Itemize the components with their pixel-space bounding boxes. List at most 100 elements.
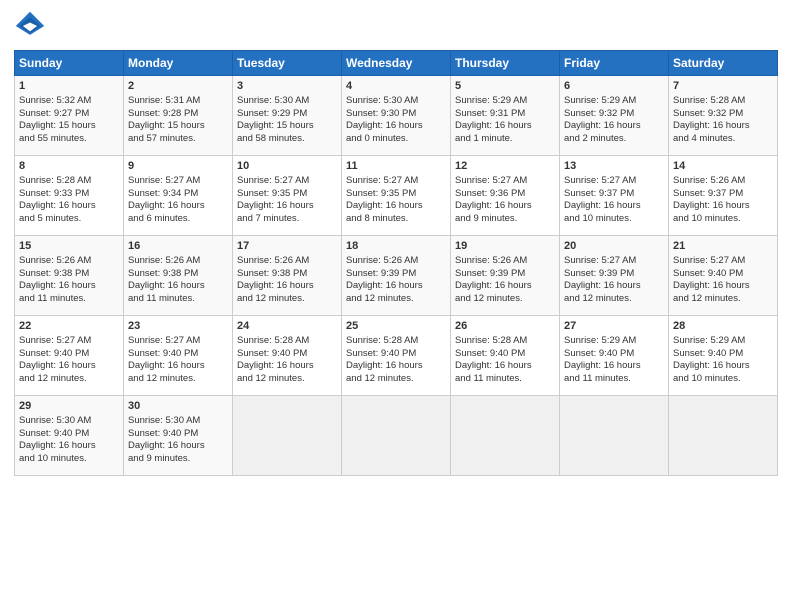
day-info-line: Sunset: 9:40 PM [455, 348, 555, 361]
day-info-line: Sunset: 9:39 PM [346, 268, 446, 281]
day-number: 26 [455, 319, 555, 334]
day-number: 10 [237, 159, 337, 174]
day-number: 1 [19, 79, 119, 94]
calendar-cell [233, 396, 342, 476]
day-info-line: Sunrise: 5:31 AM [128, 95, 228, 108]
day-info-line: and 11 minutes. [455, 373, 555, 386]
calendar-cell: 18Sunrise: 5:26 AMSunset: 9:39 PMDayligh… [342, 236, 451, 316]
day-info-line: and 0 minutes. [346, 133, 446, 146]
day-info-line: and 12 minutes. [673, 293, 773, 306]
day-info-line: Daylight: 16 hours [346, 360, 446, 373]
day-number: 8 [19, 159, 119, 174]
day-info-line: Daylight: 16 hours [673, 280, 773, 293]
calendar-day-header: Sunday [15, 51, 124, 76]
calendar-cell: 11Sunrise: 5:27 AMSunset: 9:35 PMDayligh… [342, 156, 451, 236]
day-info-line: Sunrise: 5:26 AM [19, 255, 119, 268]
calendar-cell [342, 396, 451, 476]
day-number: 20 [564, 239, 664, 254]
day-info-line: Sunset: 9:38 PM [128, 268, 228, 281]
day-info-line: and 6 minutes. [128, 213, 228, 226]
calendar-cell: 27Sunrise: 5:29 AMSunset: 9:40 PMDayligh… [560, 316, 669, 396]
day-info-line: Sunrise: 5:27 AM [128, 335, 228, 348]
day-info-line: Sunset: 9:35 PM [346, 188, 446, 201]
calendar-cell: 15Sunrise: 5:26 AMSunset: 9:38 PMDayligh… [15, 236, 124, 316]
day-info-line: Daylight: 16 hours [128, 280, 228, 293]
logo [14, 10, 50, 42]
day-info-line: Daylight: 16 hours [564, 360, 664, 373]
day-info-line: Sunset: 9:29 PM [237, 108, 337, 121]
day-info-line: Sunrise: 5:30 AM [237, 95, 337, 108]
calendar-cell: 26Sunrise: 5:28 AMSunset: 9:40 PMDayligh… [451, 316, 560, 396]
calendar-day-header: Tuesday [233, 51, 342, 76]
day-info-line: and 10 minutes. [673, 213, 773, 226]
day-number: 5 [455, 79, 555, 94]
day-info-line: and 12 minutes. [237, 293, 337, 306]
day-info-line: and 11 minutes. [564, 373, 664, 386]
day-info-line: Daylight: 16 hours [564, 200, 664, 213]
day-number: 14 [673, 159, 773, 174]
calendar-cell: 25Sunrise: 5:28 AMSunset: 9:40 PMDayligh… [342, 316, 451, 396]
calendar-day-header: Friday [560, 51, 669, 76]
calendar-cell: 20Sunrise: 5:27 AMSunset: 9:39 PMDayligh… [560, 236, 669, 316]
day-info-line: Sunrise: 5:30 AM [128, 415, 228, 428]
day-info-line: Sunset: 9:40 PM [128, 348, 228, 361]
day-info-line: and 7 minutes. [237, 213, 337, 226]
day-info-line: Sunset: 9:30 PM [346, 108, 446, 121]
day-info-line: and 58 minutes. [237, 133, 337, 146]
day-info-line: and 4 minutes. [673, 133, 773, 146]
calendar-week-row: 8Sunrise: 5:28 AMSunset: 9:33 PMDaylight… [15, 156, 778, 236]
day-info-line: Sunrise: 5:27 AM [19, 335, 119, 348]
day-info-line: Daylight: 16 hours [237, 360, 337, 373]
day-number: 19 [455, 239, 555, 254]
day-info-line: and 9 minutes. [128, 453, 228, 466]
calendar-table: SundayMondayTuesdayWednesdayThursdayFrid… [14, 50, 778, 476]
calendar-cell: 17Sunrise: 5:26 AMSunset: 9:38 PMDayligh… [233, 236, 342, 316]
day-info-line: Sunrise: 5:29 AM [564, 335, 664, 348]
day-info-line: Sunset: 9:34 PM [128, 188, 228, 201]
day-info-line: Daylight: 16 hours [455, 200, 555, 213]
day-number: 29 [19, 399, 119, 414]
day-info-line: Sunrise: 5:27 AM [564, 255, 664, 268]
day-info-line: Daylight: 16 hours [346, 120, 446, 133]
day-number: 18 [346, 239, 446, 254]
day-number: 27 [564, 319, 664, 334]
day-info-line: and 57 minutes. [128, 133, 228, 146]
calendar-cell: 5Sunrise: 5:29 AMSunset: 9:31 PMDaylight… [451, 76, 560, 156]
day-info-line: Sunset: 9:39 PM [564, 268, 664, 281]
day-info-line: Daylight: 16 hours [455, 280, 555, 293]
day-info-line: Sunrise: 5:29 AM [673, 335, 773, 348]
page: SundayMondayTuesdayWednesdayThursdayFrid… [0, 0, 792, 612]
day-info-line: Daylight: 16 hours [237, 280, 337, 293]
calendar-cell: 1Sunrise: 5:32 AMSunset: 9:27 PMDaylight… [15, 76, 124, 156]
day-info-line: and 12 minutes. [346, 373, 446, 386]
day-number: 22 [19, 319, 119, 334]
day-info-line: Sunset: 9:32 PM [564, 108, 664, 121]
day-info-line: and 11 minutes. [128, 293, 228, 306]
day-info-line: Sunset: 9:33 PM [19, 188, 119, 201]
day-info-line: and 8 minutes. [346, 213, 446, 226]
day-info-line: and 11 minutes. [19, 293, 119, 306]
day-info-line: Daylight: 16 hours [128, 360, 228, 373]
day-info-line: Daylight: 16 hours [19, 440, 119, 453]
day-info-line: Sunrise: 5:27 AM [346, 175, 446, 188]
day-number: 12 [455, 159, 555, 174]
day-number: 17 [237, 239, 337, 254]
calendar-week-row: 15Sunrise: 5:26 AMSunset: 9:38 PMDayligh… [15, 236, 778, 316]
calendar-week-row: 29Sunrise: 5:30 AMSunset: 9:40 PMDayligh… [15, 396, 778, 476]
calendar-cell: 14Sunrise: 5:26 AMSunset: 9:37 PMDayligh… [669, 156, 778, 236]
day-info-line: Daylight: 16 hours [564, 120, 664, 133]
day-info-line: Sunrise: 5:28 AM [237, 335, 337, 348]
day-info-line: Sunset: 9:28 PM [128, 108, 228, 121]
day-info-line: Daylight: 16 hours [346, 200, 446, 213]
calendar-day-header: Thursday [451, 51, 560, 76]
day-number: 3 [237, 79, 337, 94]
calendar-cell: 21Sunrise: 5:27 AMSunset: 9:40 PMDayligh… [669, 236, 778, 316]
day-number: 24 [237, 319, 337, 334]
day-info-line: Sunset: 9:40 PM [19, 348, 119, 361]
day-info-line: Sunrise: 5:28 AM [673, 95, 773, 108]
day-number: 23 [128, 319, 228, 334]
day-info-line: Sunrise: 5:30 AM [346, 95, 446, 108]
day-info-line: Daylight: 16 hours [19, 360, 119, 373]
calendar-cell: 22Sunrise: 5:27 AMSunset: 9:40 PMDayligh… [15, 316, 124, 396]
calendar-day-header: Wednesday [342, 51, 451, 76]
